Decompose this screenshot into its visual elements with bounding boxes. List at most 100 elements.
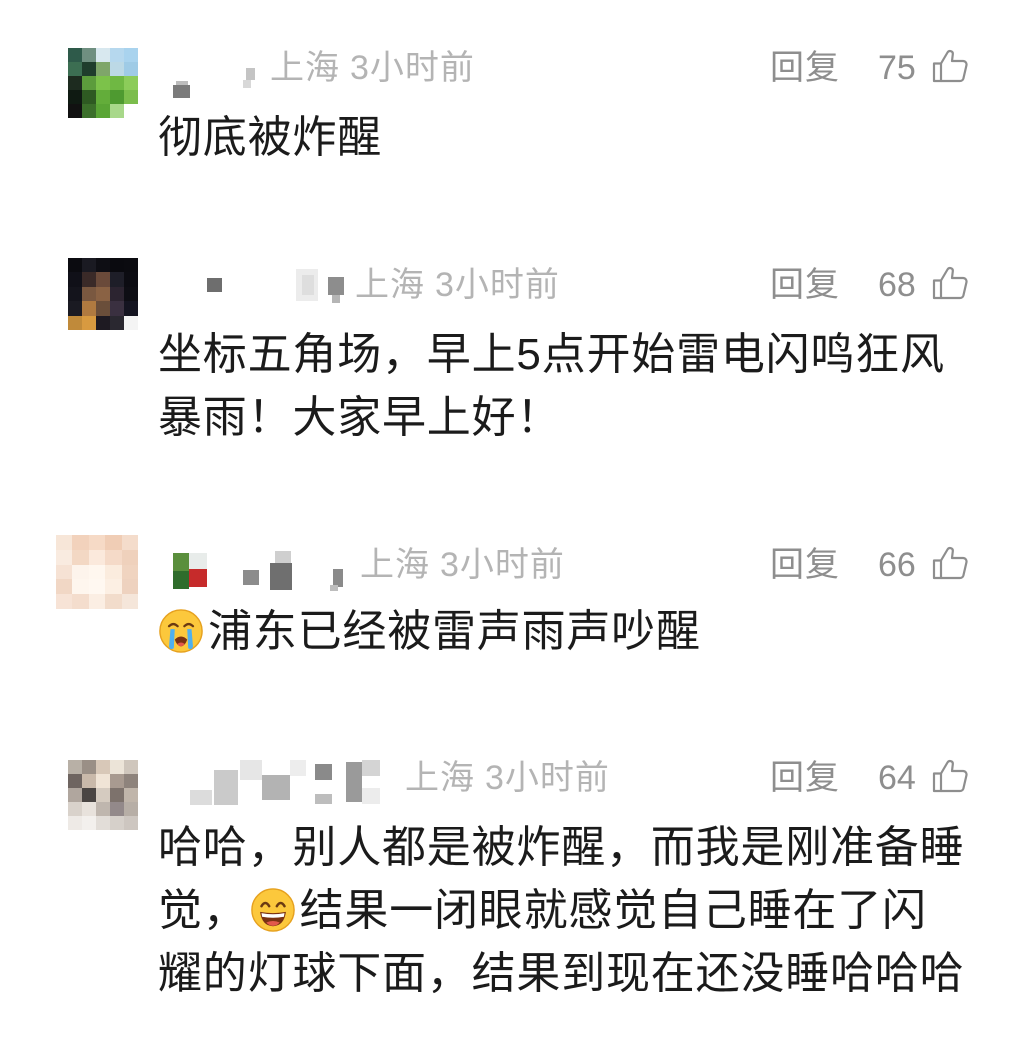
avatar-mosaic-cell <box>124 258 138 273</box>
redaction-block <box>290 760 306 776</box>
avatar-mosaic-cell <box>96 802 110 816</box>
avatar-mosaic-cell <box>105 579 122 595</box>
comment-text-line: 暴雨！大家早上好！ <box>158 386 945 449</box>
avatar-mosaic-cell <box>72 535 89 550</box>
thumbs-up-icon[interactable] <box>932 546 968 580</box>
avatar-mosaic-cell <box>105 535 122 550</box>
avatar-mosaic-cell <box>96 788 110 802</box>
reply-button[interactable]: 回复 <box>770 545 840 585</box>
avatar-mosaic-cell <box>68 48 82 62</box>
redaction-block <box>246 68 255 80</box>
like-button[interactable]: 66 <box>878 545 968 585</box>
avatar-mosaic-cell <box>124 301 138 316</box>
avatar-mosaic-cell <box>110 774 124 788</box>
avatar-mosaic-cell <box>110 788 124 802</box>
comment-meta: 上海 3小时前 <box>270 48 475 88</box>
redaction-block <box>214 770 238 805</box>
avatar-mosaic-cell <box>82 816 96 830</box>
redaction-block <box>362 760 380 776</box>
reply-button[interactable]: 回复 <box>770 48 840 88</box>
avatar-mosaic-cell <box>68 258 82 273</box>
avatar-mosaic-cell <box>56 579 73 595</box>
avatar-mosaic-cell <box>68 301 82 316</box>
like-button[interactable]: 68 <box>878 265 968 305</box>
avatar-mosaic-cell <box>105 564 122 580</box>
avatar-mosaic-cell <box>110 272 124 287</box>
comment-location: 上海 <box>355 266 425 304</box>
avatar-mosaic-cell <box>82 774 96 788</box>
avatar-mosaic-cell <box>68 90 82 104</box>
redaction-block <box>243 80 251 88</box>
avatar-mosaic-cell <box>88 535 106 550</box>
comment-text-segment: 哈哈，别人都是被炸醒，而我是刚准备睡 <box>158 823 965 872</box>
comment-text-segment: 彻底被炸醒 <box>158 113 382 162</box>
avatar-mosaic-cell <box>88 564 106 580</box>
comment-text-line: 耀的灯球下面，结果到现在还没睡哈哈哈 <box>158 942 964 1005</box>
comment-time: 3小时前 <box>440 546 565 584</box>
avatar-mosaic-cell <box>68 774 82 788</box>
redaction-block <box>275 551 291 563</box>
avatar-mosaic-cell <box>72 549 89 565</box>
avatar-mosaic-cell <box>82 90 96 104</box>
comment-text: 彻底被炸醒 <box>158 106 382 169</box>
comment-text-line: 哈哈，别人都是被炸醒，而我是刚准备睡 <box>158 816 964 879</box>
avatar-mosaic-cell <box>124 48 138 62</box>
comment-text: 坐标五角场，早上5点开始雷电闪鸣狂风 暴雨！大家早上好！ <box>158 323 945 449</box>
redaction-block <box>328 277 344 295</box>
thumbs-up-icon[interactable] <box>932 759 968 793</box>
user-avatar[interactable] <box>68 258 138 330</box>
avatar-mosaic-cell <box>56 564 73 580</box>
avatar-mosaic-cell <box>96 48 110 62</box>
avatar-mosaic-cell <box>82 802 96 816</box>
reply-button[interactable]: 回复 <box>770 265 840 305</box>
avatar-mosaic-cell <box>124 104 138 118</box>
comment-text-segment: 暴雨！大家早上好！ <box>158 393 562 442</box>
avatar-mosaic-cell <box>124 788 138 802</box>
avatar-mosaic-cell <box>110 104 124 118</box>
avatar-mosaic-cell <box>96 76 110 90</box>
avatar-mosaic-cell <box>110 62 124 76</box>
crying-face-emoji <box>159 609 203 653</box>
comment-time: 3小时前 <box>350 49 475 87</box>
redaction-block <box>302 275 314 295</box>
avatar-mosaic-cell <box>96 258 110 273</box>
avatar-mosaic-cell <box>96 90 110 104</box>
avatar-mosaic-cell <box>82 62 96 76</box>
avatar-mosaic-cell <box>68 788 82 802</box>
reply-button[interactable]: 回复 <box>770 758 840 798</box>
comment-text-segment: 浦东已经被雷声雨声吵醒 <box>208 607 701 656</box>
comment-item: 上海 3小时前 回复 75 彻底被炸醒 <box>0 48 1024 162</box>
avatar-mosaic-cell <box>82 315 96 330</box>
avatar-mosaic-cell <box>124 774 138 788</box>
avatar-mosaic-cell <box>56 535 73 550</box>
like-button[interactable]: 75 <box>878 48 968 88</box>
comment-text-segment: 结果一闭眼就感觉自己睡在了闪 <box>299 886 927 935</box>
redaction-block <box>330 585 338 591</box>
avatar-mosaic-cell <box>82 301 96 316</box>
thumbs-up-icon[interactable] <box>932 49 968 83</box>
comment-meta: 上海 3小时前 <box>355 265 560 305</box>
comment-text: 浦东已经被雷声雨声吵醒 <box>158 600 701 663</box>
avatar-mosaic-cell <box>96 286 110 302</box>
like-count: 68 <box>878 266 916 304</box>
avatar-mosaic-cell <box>68 816 82 830</box>
avatar-mosaic-cell <box>82 258 96 273</box>
avatar-mosaic-cell <box>124 76 138 90</box>
redaction-block <box>240 760 262 780</box>
user-avatar[interactable] <box>68 48 138 118</box>
avatar-mosaic-cell <box>124 286 138 302</box>
comment-text-segment: 坐标五角场，早上5点开始雷电闪鸣狂风 <box>158 330 945 379</box>
like-button[interactable]: 64 <box>878 758 968 798</box>
comment-item: 上海 3小时前 回复 64 哈哈，别人都是被炸醒，而我是刚准备睡 觉， 结果一闭眼… <box>0 758 1024 998</box>
thumbs-up-icon[interactable] <box>932 266 968 300</box>
redaction-block <box>332 295 340 303</box>
like-count: 64 <box>878 759 916 797</box>
comment-text-segment: 觉， <box>158 886 248 935</box>
redaction-block <box>315 794 332 804</box>
avatar-mosaic-cell <box>72 564 89 580</box>
comment-location: 上海 <box>360 546 430 584</box>
user-avatar[interactable] <box>56 535 138 609</box>
comment-text-line: 觉， 结果一闭眼就感觉自己睡在了闪 <box>158 879 964 942</box>
avatar-mosaic-cell <box>105 594 122 609</box>
user-avatar[interactable] <box>68 760 138 830</box>
